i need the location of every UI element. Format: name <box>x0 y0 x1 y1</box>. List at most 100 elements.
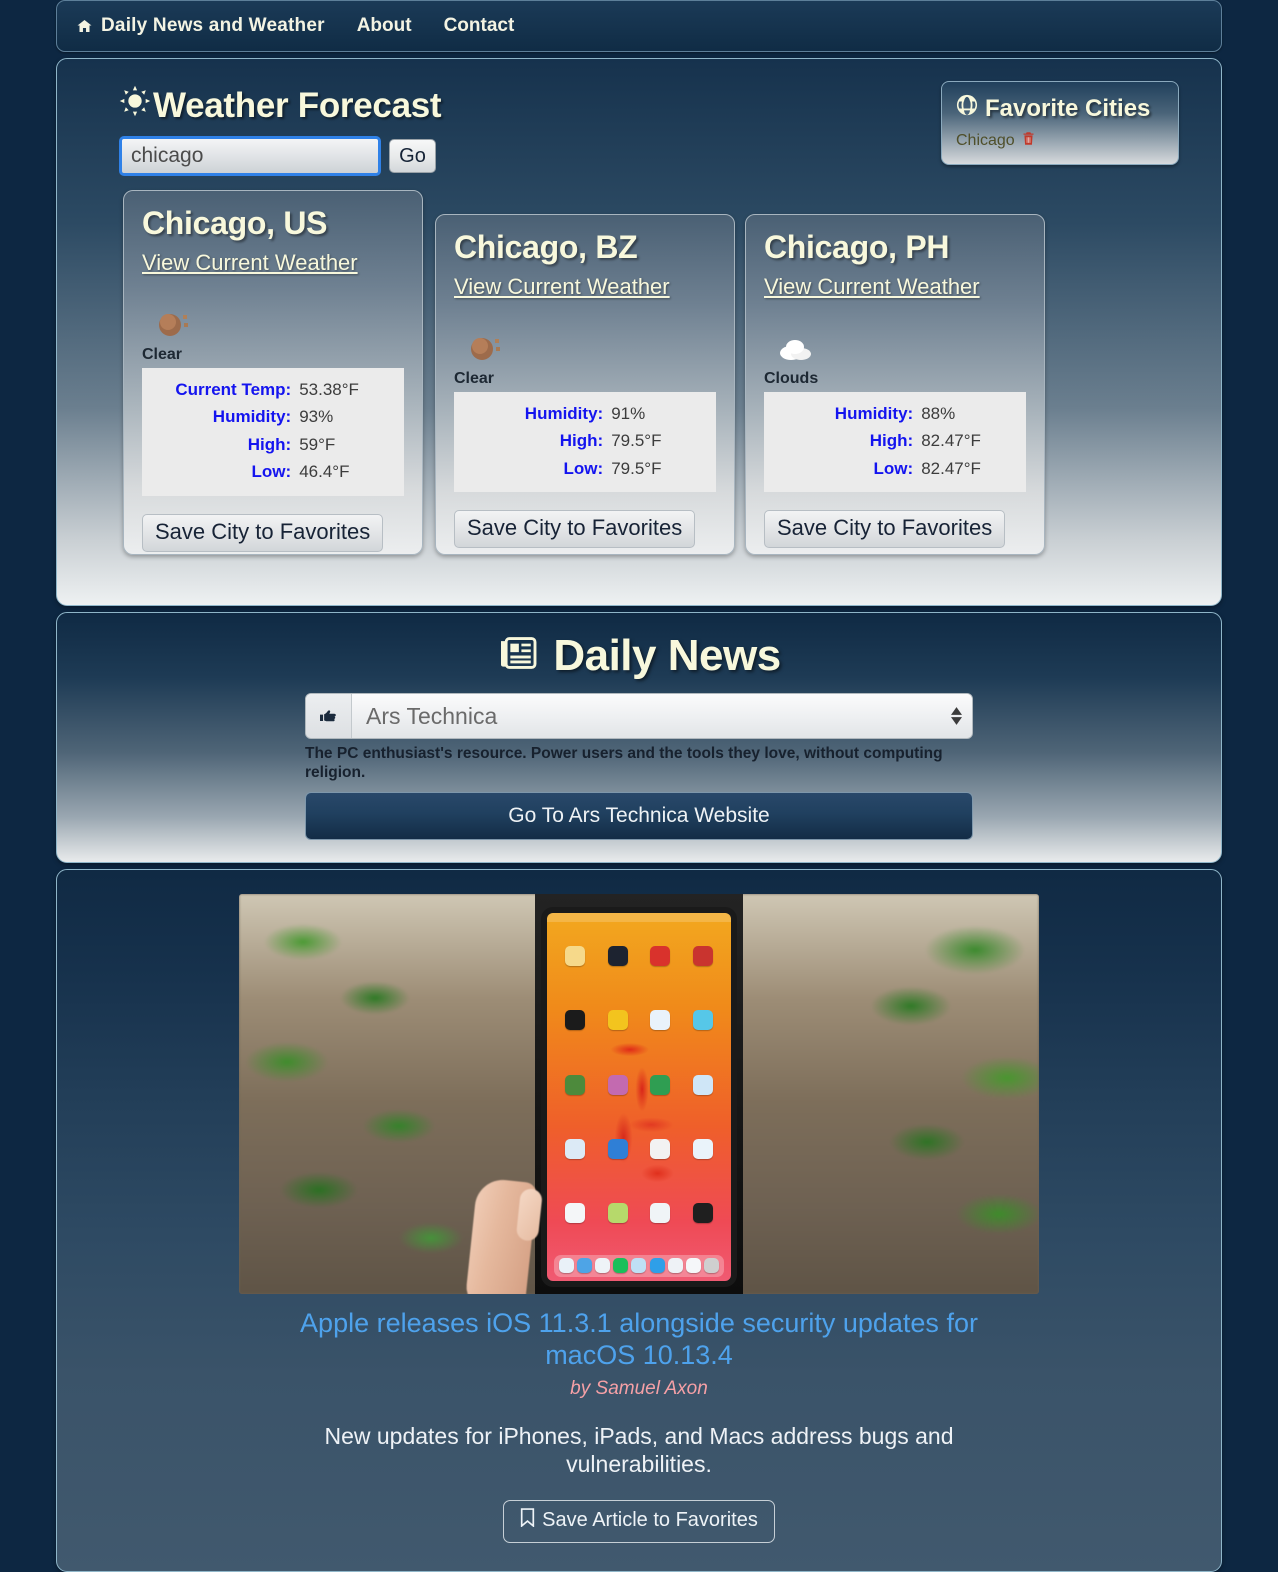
app-icon <box>650 1138 671 1159</box>
app-icon <box>565 1010 586 1031</box>
go-to-website-button[interactable]: Go To Ars Technica Website <box>305 792 973 841</box>
favorite-cities-title: Favorite Cities <box>956 94 1164 123</box>
nav-brand[interactable]: Daily News and Weather <box>76 15 325 37</box>
sun-icon <box>156 309 190 344</box>
navbar: Daily News and Weather About Contact <box>56 0 1222 52</box>
hand-point-icon <box>306 694 352 738</box>
weather-forecast-title-label: Weather Forecast <box>153 85 442 125</box>
stat-label: Humidity: <box>524 403 604 423</box>
weather-condition-icon-wrap <box>764 316 1026 368</box>
weather-condition-icon-wrap <box>454 316 716 368</box>
news-source-label: Ars Technica <box>366 702 498 729</box>
stat-value: 46.4°F <box>299 462 350 482</box>
dock-app-icon <box>667 1258 683 1274</box>
favorite-cities-title-label: Favorite Cities <box>985 94 1151 122</box>
tablet-dock <box>554 1254 724 1277</box>
favorite-cities-box: Favorite Cities Chicago <box>941 81 1179 165</box>
news-source-select[interactable]: Ars Technica <box>305 693 973 739</box>
city-card: Chicago, BZ View Current Weather Clear H… <box>435 214 735 555</box>
article-author: by Samuel Axon <box>570 1377 708 1399</box>
sun-icon <box>468 333 502 368</box>
select-spinner-icon[interactable] <box>951 707 962 725</box>
stat-label: Low: <box>251 462 292 482</box>
dock-app-icon <box>685 1258 701 1274</box>
app-icon <box>692 946 713 967</box>
save-article-button[interactable]: Save Article to Favorites <box>503 1500 775 1543</box>
stat-label: Current Temp: <box>175 379 292 399</box>
city-card: Chicago, PH View Current Weather Clouds … <box>745 214 1045 555</box>
app-icon <box>607 1074 628 1095</box>
daily-news-section: Daily News Ars Technica The PC enthusias… <box>56 612 1222 864</box>
nav-link-about[interactable]: About <box>357 15 412 37</box>
daily-news-title-label: Daily News <box>553 631 781 680</box>
stat-label: Humidity: <box>834 403 914 423</box>
app-icon <box>607 946 628 967</box>
weather-stats: Humidity: 91% High: 79.5°F Low: 79.5°F <box>454 391 716 493</box>
dock-app-icon <box>631 1258 647 1274</box>
stat-value: 53.38°F <box>299 379 359 399</box>
stat-label: Low: <box>873 458 914 478</box>
newspaper-icon <box>497 631 539 681</box>
news-source-description: The PC enthusiast's resource. Power user… <box>305 745 943 781</box>
app-icon <box>692 1202 713 1223</box>
nav-link-contact[interactable]: Contact <box>444 15 515 37</box>
weather-condition-text: Clear <box>142 345 183 363</box>
tablet-device <box>547 912 731 1281</box>
search-go-button[interactable]: Go <box>389 139 436 173</box>
weather-condition-icon-wrap <box>142 292 404 344</box>
save-city-button[interactable]: Save City to Favorites <box>454 510 696 549</box>
weather-condition-text: Clouds <box>764 369 819 387</box>
news-source-value[interactable]: Ars Technica <box>352 694 972 738</box>
app-icon <box>565 1074 586 1095</box>
globe-icon <box>956 94 978 123</box>
favorite-city-label: Chicago <box>956 132 1015 149</box>
view-current-weather-link[interactable]: View Current Weather <box>454 274 670 300</box>
dock-app-icon <box>649 1258 665 1274</box>
stat-row: High: 59°F <box>142 431 404 459</box>
weather-stats: Humidity: 88% High: 82.47°F Low: 82.47°F <box>764 391 1026 493</box>
save-city-button[interactable]: Save City to Favorites <box>764 510 1006 549</box>
stat-value: 88% <box>921 403 956 423</box>
stat-row: Low: 82.47°F <box>764 455 1026 483</box>
city-search-input[interactable] <box>119 136 381 176</box>
app-icon <box>607 1010 628 1031</box>
dock-app-icon <box>558 1258 574 1274</box>
stat-row: High: 82.47°F <box>764 427 1026 455</box>
app-icon <box>565 946 586 967</box>
app-icon <box>565 1138 586 1159</box>
stat-value: 82.47°F <box>921 431 981 451</box>
app-icon <box>650 1202 671 1223</box>
article-section: Apple releases iOS 11.3.1 alongside secu… <box>56 869 1222 1572</box>
weather-section: Weather Forecast Go Favorite Cities Chic… <box>56 58 1222 606</box>
save-city-button[interactable]: Save City to Favorites <box>142 513 384 552</box>
cloud-icon <box>778 335 816 368</box>
stat-row: Low: 46.4°F <box>142 458 404 486</box>
trash-icon[interactable] <box>1021 131 1036 151</box>
stat-label: High: <box>559 431 604 451</box>
app-icon <box>692 1010 713 1031</box>
app-icon <box>650 1010 671 1031</box>
dock-app-icon <box>577 1258 593 1274</box>
app-icon <box>607 1138 628 1159</box>
view-current-weather-link[interactable]: View Current Weather <box>764 274 980 300</box>
stat-row: Humidity: 88% <box>764 400 1026 428</box>
article-description: New updates for iPhones, iPads, and Macs… <box>324 1422 954 1477</box>
weather-condition-text: Clear <box>454 369 495 387</box>
stat-label: High: <box>869 431 914 451</box>
app-icon <box>565 1202 586 1223</box>
save-article-label: Save Article to Favorites <box>542 1509 758 1531</box>
city-cards: Chicago, US View Current Weather Clear C… <box>57 190 1221 570</box>
stat-label: Low: <box>563 458 604 478</box>
dock-app-icon <box>704 1258 720 1274</box>
daily-news-title: Daily News <box>57 631 1221 681</box>
view-current-weather-link[interactable]: View Current Weather <box>142 250 358 276</box>
app-icon <box>650 946 671 967</box>
app-icon <box>607 1202 628 1223</box>
favorite-city-item[interactable]: Chicago <box>956 131 1164 151</box>
article-title-link[interactable]: Apple releases iOS 11.3.1 alongside secu… <box>259 1308 1019 1372</box>
stat-label: High: <box>247 434 292 454</box>
stat-value: 93% <box>299 407 334 427</box>
article-image <box>239 894 1039 1295</box>
tablet-app-grid <box>556 927 722 1243</box>
weather-stats: Current Temp: 53.38°F Humidity: 93% High… <box>142 367 404 496</box>
